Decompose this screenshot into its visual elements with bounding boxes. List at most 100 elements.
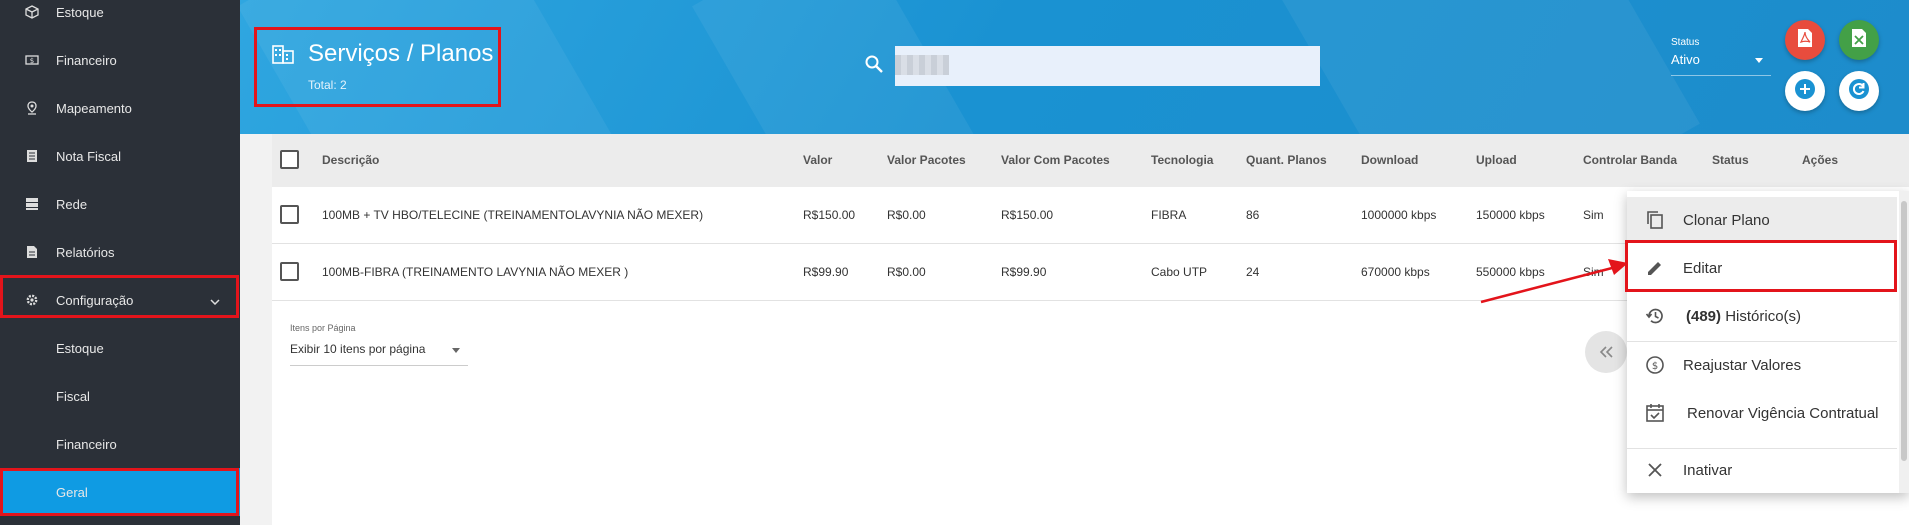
cell-tecnologia: FIBRA [1151,208,1187,222]
sidebar-item-label: Rede [56,196,88,212]
sidebar: Estoque $ Financeiro Mapeamento Nota Fis… [0,0,240,525]
status-value: Ativo [1671,52,1700,67]
col-acoes: Ações [1802,153,1839,167]
search-redacted-text [895,55,949,75]
sidebar-item-relatorios[interactable]: Relatórios [0,228,240,276]
caret-down-icon [1755,58,1763,63]
sidebar-subitem-fiscal[interactable]: Fiscal [0,372,240,420]
sidebar-item-label: Mapeamento [56,100,132,116]
cell-upload: 150000 kbps [1476,208,1545,222]
report-icon [24,244,40,260]
sidebar-subitem-estoque[interactable]: Estoque [0,324,240,372]
row-checkbox[interactable] [280,205,299,224]
gear-icon [24,292,40,308]
menu-item-renovar-vigencia[interactable]: Renovar Vigência Contratual [1627,390,1897,436]
sidebar-item-estoque[interactable]: Estoque [0,0,240,36]
select-all-checkbox[interactable] [280,150,299,169]
sidebar-subitem-label: Financeiro [56,436,117,452]
row-checkbox[interactable] [280,262,299,281]
menu-item-label: Editar [1683,259,1723,277]
building-icon [272,44,294,69]
sidebar-item-label: Nota Fiscal [56,148,122,164]
sidebar-item-rede[interactable]: Rede [0,180,240,228]
col-upload[interactable]: Upload [1476,153,1517,167]
money-icon: $ [24,52,40,68]
refresh-icon [1848,78,1870,105]
cell-descricao: 100MB-FIBRA (TREINAMENTO LAVYNIA NÃO MEX… [322,265,629,279]
sidebar-subitem-geral[interactable]: Geral [0,468,240,516]
menu-item-label: Clonar Plano [1683,211,1770,229]
history-icon [1645,306,1665,326]
search-icon [864,54,884,79]
col-valor-pacotes[interactable]: Valor Pacotes [887,153,966,167]
menu-item-label: Renovar Vigência Contratual [1687,404,1879,422]
server-icon [24,196,40,212]
export-pdf-button[interactable] [1785,20,1825,60]
col-status[interactable]: Status [1712,153,1749,167]
menu-item-reajustar-valores[interactable]: $ Reajustar Valores [1627,342,1897,388]
sidebar-item-label: Estoque [56,4,104,20]
plus-circle-icon [1794,78,1816,105]
menu-item-historico[interactable]: (489) Histórico(s) [1627,293,1897,339]
spreadsheet-icon [1851,28,1867,53]
export-excel-button[interactable] [1839,20,1879,60]
pencil-icon [1645,258,1665,278]
receipt-icon [24,148,40,164]
cell-quant-planos: 86 [1246,208,1260,222]
pdf-icon [1797,28,1813,53]
col-quant-planos[interactable]: Quant. Planos [1246,153,1327,167]
col-controlar-banda[interactable]: Controlar Banda [1583,153,1677,167]
col-download[interactable]: Download [1361,153,1418,167]
pin-icon [24,100,40,116]
col-tecnologia[interactable]: Tecnologia [1151,153,1213,167]
cell-valor-pacotes: R$0.00 [887,265,926,279]
col-valor[interactable]: Valor [803,153,832,167]
cell-download: 1000000 kbps [1361,208,1437,222]
cell-quant-planos: 24 [1246,265,1260,279]
cell-download: 670000 kbps [1361,265,1430,279]
items-per-page-select[interactable]: Exibir 10 itens por página [290,342,468,366]
sidebar-subitem-label: Geral [56,484,88,500]
sidebar-subitem-financeiro[interactable]: Financeiro [0,420,240,468]
sidebar-subitem-label: Estoque [56,340,104,356]
svg-text:$: $ [30,57,34,65]
sidebar-item-configuracao[interactable]: Configuração [0,276,240,324]
col-descricao[interactable]: Descrição [322,153,379,167]
search-input[interactable] [895,46,1320,86]
sidebar-item-financeiro[interactable]: $ Financeiro [0,36,240,84]
history-label: Histórico(s) [1725,307,1802,325]
items-per-page-label: Itens por Página [290,323,356,333]
sidebar-item-mapeamento[interactable]: Mapeamento [0,84,240,132]
cell-valor-com-pacotes: R$150.00 [1001,208,1054,222]
cell-tecnologia: Cabo UTP [1151,265,1208,279]
menu-item-label: Inativar [1683,461,1733,479]
cell-valor: R$150.00 [803,208,856,222]
collapse-button[interactable] [1585,331,1627,373]
menu-scrollbar[interactable] [1899,191,1909,493]
dollar-circle-icon: $ [1645,355,1665,375]
menu-item-clonar-plano[interactable]: Clonar Plano [1627,197,1897,243]
actions-menu: Clonar Plano Editar (489) Histórico(s) $… [1627,191,1909,493]
total-count: Total: 2 [308,78,347,92]
svg-text:$: $ [1652,361,1658,372]
col-valor-com-pacotes[interactable]: Valor Com Pacotes [1001,153,1110,167]
menu-item-label: (489) Histórico(s) [1686,308,1801,325]
add-button[interactable] [1785,71,1825,111]
menu-item-label: Reajustar Valores [1683,356,1802,374]
sidebar-item-label: Relatórios [56,244,115,260]
status-select[interactable]: Ativo [1671,52,1771,76]
sidebar-subitem-label: Fiscal [56,388,90,404]
close-icon [1645,460,1665,480]
double-chevron-left-icon [1598,341,1614,364]
menu-item-inativar[interactable]: Inativar [1627,447,1897,493]
menu-item-editar[interactable]: Editar [1627,245,1897,291]
refresh-button[interactable] [1839,71,1879,111]
cell-descricao: 100MB + TV HBO/TELECINE (TREINAMENTOLAVY… [322,208,704,222]
chevron-down-icon [210,293,220,308]
annotation-arrow [1480,259,1628,304]
calendar-check-icon [1645,403,1665,423]
items-per-page-value: Exibir 10 itens por página [290,342,426,356]
sidebar-item-label: Financeiro [56,52,117,68]
sidebar-item-nota-fiscal[interactable]: Nota Fiscal [0,132,240,180]
cell-valor-com-pacotes: R$99.90 [1001,265,1047,279]
